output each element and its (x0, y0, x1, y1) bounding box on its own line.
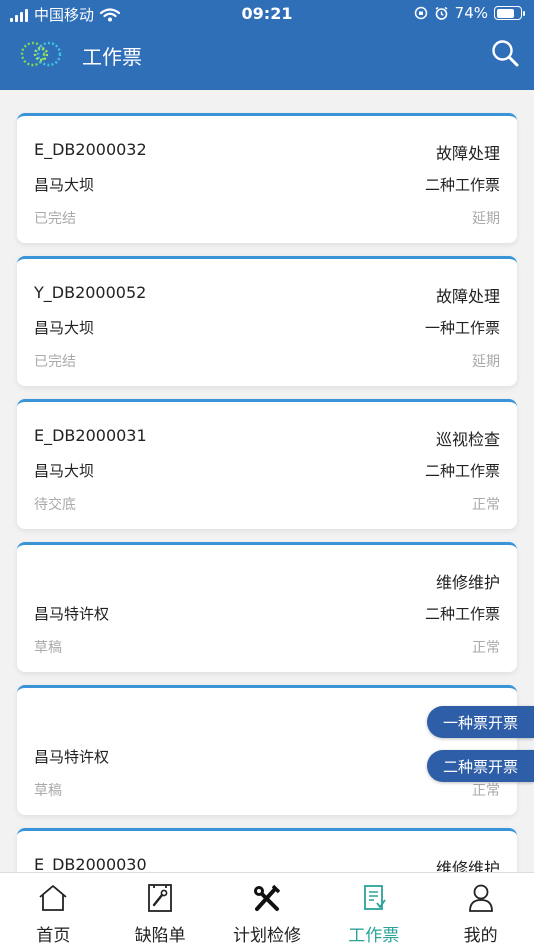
search-icon[interactable] (490, 38, 520, 68)
open-first-type-ticket-button[interactable]: 一种票开票 (426, 706, 534, 738)
ticket-type: 故障处理 (435, 144, 500, 163)
ticket-code: E_DB2000032 (34, 140, 147, 159)
orientation-lock-icon (414, 6, 427, 20)
ticket-row-2: 昌马大坝 二种工作票 (34, 460, 500, 481)
tab-label: 工作票 (348, 926, 400, 946)
ticket-row-3: 草稿 正常 (34, 780, 500, 800)
ticket-category: 一种工作票 (424, 319, 500, 337)
tab-work-ticket[interactable]: 工作票 (320, 873, 427, 950)
open-second-type-ticket-button[interactable]: 二种票开票 (426, 750, 534, 782)
signal-icon (10, 8, 28, 22)
ticket-code: E_DB2000030 (34, 855, 147, 872)
ticket-type: 故障处理 (435, 287, 500, 306)
ticket-status: 已完结 (34, 354, 76, 370)
tab-defect-form[interactable]: 缺陷单 (107, 873, 214, 950)
alarm-icon (435, 6, 448, 20)
tools-icon (253, 884, 281, 911)
ticket-row-2: 昌马特许权 二种工作票 (34, 603, 500, 624)
ticket-card[interactable]: 维修维护 昌马特许权 二种工作票 草稿 正常 (17, 542, 517, 672)
battery-percent: 74% (454, 4, 488, 22)
ticket-row-3: 草稿 正常 (34, 637, 500, 657)
ticket-category: 二种工作票 (424, 176, 500, 194)
wifi-icon (100, 7, 121, 21)
ticket-type: 维修维护 (435, 573, 500, 592)
tab-label: 首页 (36, 926, 71, 946)
tab-planned-maintenance[interactable]: 计划检修 (214, 873, 321, 950)
defect-form-icon (148, 884, 173, 912)
user-icon (468, 884, 493, 912)
ticket-site: 昌马大坝 (34, 176, 95, 194)
tab-profile[interactable]: 我的 (427, 873, 534, 950)
tab-label: 我的 (463, 926, 498, 946)
status-bar: 中国移动 09:21 74% (0, 0, 534, 28)
ticket-delay: 正常 (472, 640, 500, 656)
bottom-tab-bar: 首页 缺陷单 计划检修 工作票 我的 (0, 872, 534, 950)
tab-label: 缺陷单 (134, 926, 186, 946)
work-ticket-icon (363, 885, 386, 910)
ticket-card[interactable]: E_DB2000031 巡视检查 昌马大坝 二种工作票 待交底 正常 (17, 399, 517, 529)
ticket-row-3: 已完结 延期 (34, 351, 500, 371)
ticket-status: 待交底 (34, 497, 76, 513)
ticket-category: 二种工作票 (424, 605, 500, 623)
battery-fill (496, 8, 514, 18)
ticket-status: 已完结 (34, 211, 76, 227)
ticket-delay: 延期 (472, 211, 500, 227)
company-logo-icon (20, 41, 62, 67)
ticket-row-1: E_DB2000032 故障处理 (34, 140, 500, 164)
tab-home[interactable]: 首页 (0, 873, 107, 950)
ticket-row-1: E_DB2000031 巡视检查 (34, 426, 500, 450)
app-header: 中国移动 09:21 74% 工作票 (0, 0, 534, 90)
ticket-delay: 正常 (472, 497, 500, 513)
ticket-card[interactable]: E_DB2000030 维修维护 (17, 828, 517, 872)
status-left: 中国移动 (10, 4, 121, 25)
ticket-type: 维修维护 (435, 859, 500, 872)
ticket-code: Y_DB2000052 (34, 283, 147, 302)
page-title: 工作票 (82, 45, 142, 69)
ticket-row-2: 昌马大坝 一种工作票 (34, 317, 500, 338)
ticket-row-3: 已完结 延期 (34, 208, 500, 228)
ticket-site: 昌马特许权 (34, 748, 110, 766)
ticket-row-3: 待交底 正常 (34, 494, 500, 514)
battery-icon (494, 6, 525, 20)
ticket-category: 二种工作票 (424, 462, 500, 480)
ticket-delay: 延期 (472, 354, 500, 370)
ticket-card[interactable]: E_DB2000032 故障处理 昌马大坝 二种工作票 已完结 延期 (17, 113, 517, 243)
ticket-row-1: Y_DB2000052 故障处理 (34, 283, 500, 307)
ticket-code: E_DB2000031 (34, 426, 147, 445)
ticket-row-2: 昌马大坝 二种工作票 (34, 174, 500, 195)
status-right: 74% (414, 4, 525, 22)
ticket-type: 巡视检查 (435, 430, 500, 449)
ticket-row-1: E_DB2000030 维修维护 (34, 855, 500, 872)
ticket-delay: 正常 (472, 783, 500, 799)
ticket-site: 昌马特许权 (34, 605, 110, 623)
ticket-card[interactable]: Y_DB2000052 故障处理 昌马大坝 一种工作票 已完结 延期 (17, 256, 517, 386)
home-icon (39, 885, 67, 911)
ticket-status: 草稿 (34, 783, 62, 799)
nav-bar: 工作票 (0, 28, 534, 80)
ticket-status: 草稿 (34, 640, 62, 656)
tab-label: 计划检修 (232, 926, 301, 946)
carrier-label: 中国移动 (34, 6, 95, 24)
ticket-row-1: 维修维护 (34, 569, 500, 593)
ticket-site: 昌马大坝 (34, 319, 95, 337)
ticket-site: 昌马大坝 (34, 462, 95, 480)
